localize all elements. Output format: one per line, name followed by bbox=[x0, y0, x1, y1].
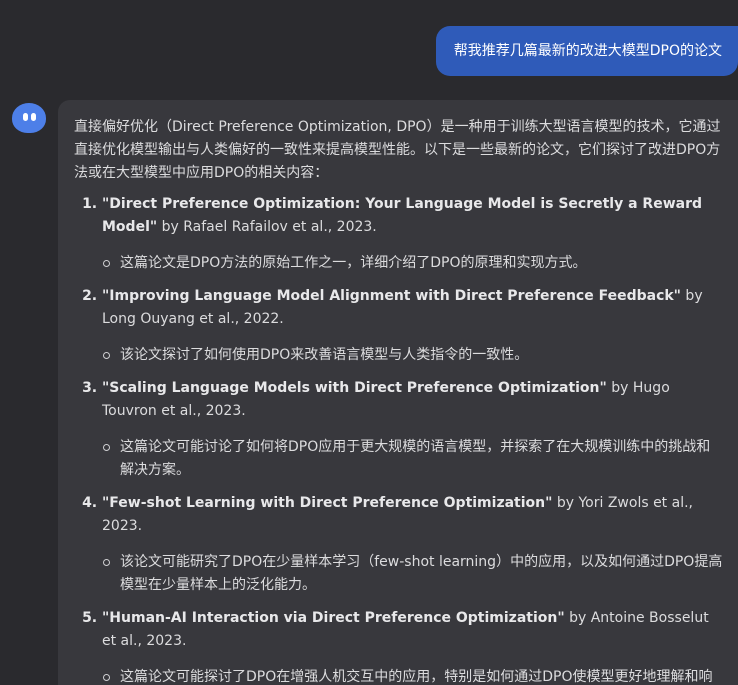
paper-item: "Improving Language Model Alignment with… bbox=[102, 285, 724, 367]
paper-item: "Scaling Language Models with Direct Pre… bbox=[102, 377, 724, 482]
chat-view: 帮我推荐几篇最新的改进大模型DPO的论文 直接偏好优化（Direct Prefe… bbox=[0, 0, 738, 685]
paper-title: "Human-AI Interaction via Direct Prefere… bbox=[102, 610, 565, 626]
paper-title: "Scaling Language Models with Direct Pre… bbox=[102, 380, 607, 396]
paper-notes: 该论文探讨了如何使用DPO来改善语言模型与人类指令的一致性。 bbox=[102, 344, 724, 367]
paper-note: 该论文探讨了如何使用DPO来改善语言模型与人类指令的一致性。 bbox=[103, 344, 724, 367]
paper-notes: 这篇论文可能讨论了如何将DPO应用于更大规模的语言模型，并探索了在大规模训练中的… bbox=[102, 436, 724, 482]
user-message-bubble[interactable]: 帮我推荐几篇最新的改进大模型DPO的论文 bbox=[435, 26, 738, 76]
paper-item: "Direct Preference Optimization: Your La… bbox=[102, 193, 724, 275]
assistant-intro-text: 直接偏好优化（Direct Preference Optimization, D… bbox=[74, 119, 721, 181]
avatar-eye-right bbox=[31, 113, 36, 121]
assistant-avatar-icon bbox=[12, 103, 46, 133]
user-message-row: 帮我推荐几篇最新的改进大模型DPO的论文 bbox=[0, 26, 738, 76]
paper-note: 这篇论文是DPO方法的原始工作之一，详细介绍了DPO的原理和实现方式。 bbox=[103, 252, 724, 275]
paper-note: 这篇论文可能讨论了如何将DPO应用于更大规模的语言模型，并探索了在大规模训练中的… bbox=[103, 436, 724, 482]
paper-list: "Direct Preference Optimization: Your La… bbox=[74, 193, 724, 685]
paper-note: 这篇论文可能探讨了DPO在增强人机交互中的应用，特别是如何通过DPO使模型更好地… bbox=[103, 666, 724, 685]
paper-title: "Few-shot Learning with Direct Preferenc… bbox=[102, 495, 553, 511]
paper-notes: 该论文可能研究了DPO在少量样本学习（few-shot learning）中的应… bbox=[102, 551, 724, 597]
paper-notes: 这篇论文是DPO方法的原始工作之一，详细介绍了DPO的原理和实现方式。 bbox=[102, 252, 724, 275]
paper-byline: by Rafael Rafailov et al., 2023. bbox=[157, 219, 377, 235]
paper-item: "Human-AI Interaction via Direct Prefere… bbox=[102, 607, 724, 685]
assistant-message-bubble: 直接偏好优化（Direct Preference Optimization, D… bbox=[58, 100, 738, 685]
paper-item: "Few-shot Learning with Direct Preferenc… bbox=[102, 492, 724, 597]
paper-title: "Improving Language Model Alignment with… bbox=[102, 288, 681, 304]
avatar-eye-left bbox=[23, 113, 28, 121]
paper-note: 该论文可能研究了DPO在少量样本学习（few-shot learning）中的应… bbox=[103, 551, 724, 597]
paper-notes: 这篇论文可能探讨了DPO在增强人机交互中的应用，特别是如何通过DPO使模型更好地… bbox=[102, 666, 724, 685]
